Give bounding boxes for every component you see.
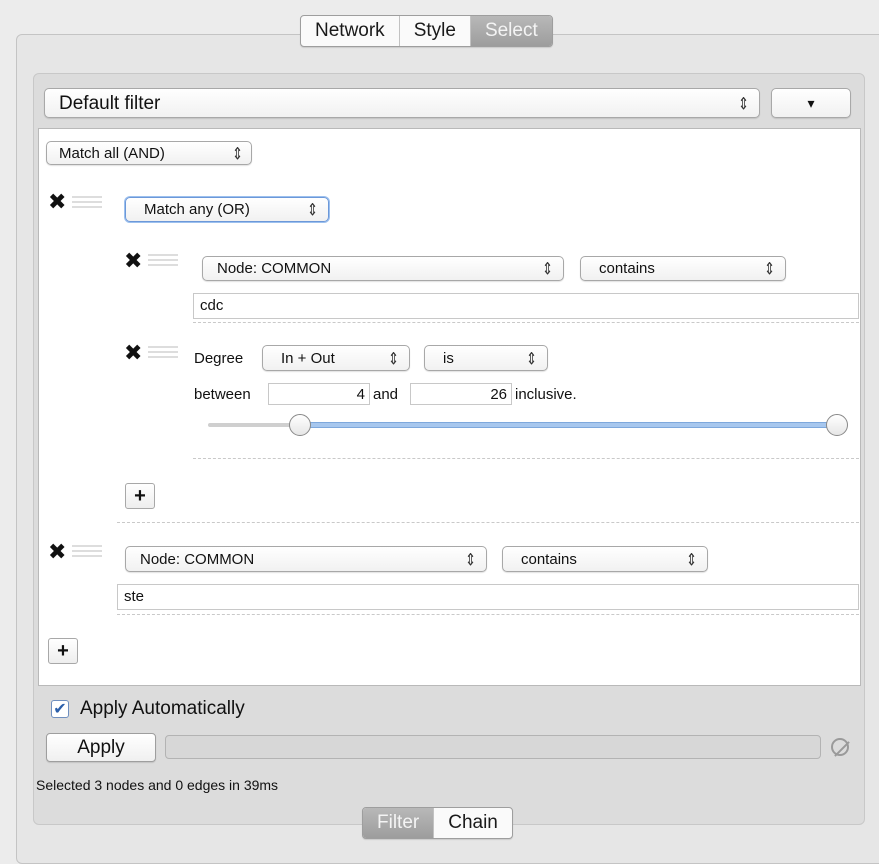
degree-predicate-select[interactable]: is ⇕ xyxy=(424,345,548,371)
column-select-2-value: Node: COMMON xyxy=(140,550,255,568)
column-select-2[interactable]: Node: COMMON ⇕ xyxy=(125,546,487,572)
root-match-value: Match all (AND) xyxy=(59,144,165,162)
drag-handle-icon[interactable] xyxy=(148,254,178,266)
divider xyxy=(193,322,859,323)
remove-filter-icon[interactable]: ✖ xyxy=(124,342,142,364)
root-match-select[interactable]: Match all (AND) ⇕ xyxy=(46,141,252,165)
slider-high-knob[interactable] xyxy=(826,414,848,436)
operator-select-value: contains xyxy=(599,260,655,277)
operator-select-2-value: contains xyxy=(521,550,577,568)
group-match-value: Match any (OR) xyxy=(144,201,250,218)
tab-style[interactable]: Style xyxy=(400,16,471,46)
add-filter-button[interactable]: + xyxy=(48,638,78,664)
inclusive-label: inclusive. xyxy=(515,386,577,403)
drag-handle-icon[interactable] xyxy=(72,545,102,557)
updown-icon: ⇕ xyxy=(307,199,318,220)
degree-predicate-value: is xyxy=(443,349,454,367)
apply-automatically-checkbox[interactable]: ✔ xyxy=(51,700,69,718)
remove-filter-icon[interactable]: ✖ xyxy=(124,250,142,272)
slider-low-knob[interactable] xyxy=(289,414,311,436)
group-match-select[interactable]: Match any (OR) ⇕ xyxy=(125,197,329,222)
updown-icon: ⇕ xyxy=(465,549,476,569)
top-tab-bar: Network Style Select xyxy=(300,15,553,47)
operator-select[interactable]: contains ⇕ xyxy=(580,256,786,281)
updown-icon: ⇕ xyxy=(738,93,749,113)
degree-max-input[interactable]: 26 xyxy=(410,383,512,405)
drag-handle-icon[interactable] xyxy=(148,346,178,358)
and-label: and xyxy=(373,386,399,403)
remove-filter-icon[interactable]: ✖ xyxy=(48,541,66,563)
degree-direction-select[interactable]: In + Out ⇕ xyxy=(262,345,410,371)
apply-automatically-label: Apply Automatically xyxy=(80,698,245,719)
degree-label: Degree xyxy=(194,350,244,367)
degree-min-input[interactable]: 4 xyxy=(268,383,370,405)
filter-select-value: Default filter xyxy=(59,92,161,114)
text-filter-input[interactable]: cdc xyxy=(193,293,859,319)
between-label: between xyxy=(194,386,251,403)
updown-icon: ⇕ xyxy=(388,348,399,368)
filter-menu-button[interactable]: ▾ xyxy=(771,88,851,118)
divider xyxy=(193,458,859,459)
drag-handle-icon[interactable] xyxy=(72,196,102,208)
progress-bar xyxy=(165,735,821,759)
tab-select[interactable]: Select xyxy=(470,16,552,46)
divider xyxy=(117,614,859,615)
tab-chain[interactable]: Chain xyxy=(434,808,512,838)
tab-network[interactable]: Network xyxy=(301,16,400,46)
updown-icon: ⇕ xyxy=(542,258,553,279)
updown-icon: ⇕ xyxy=(764,258,775,279)
slider-track-range xyxy=(300,422,838,428)
bottom-tab-bar: Filter Chain xyxy=(362,807,513,839)
operator-select-2[interactable]: contains ⇕ xyxy=(502,546,708,572)
filter-select[interactable]: Default filter ⇕ xyxy=(44,88,760,118)
divider xyxy=(117,522,859,523)
cancel-icon[interactable] xyxy=(831,738,849,756)
updown-icon: ⇕ xyxy=(232,143,243,163)
degree-direction-value: In + Out xyxy=(281,349,335,367)
remove-group-icon[interactable]: ✖ xyxy=(48,191,66,213)
updown-icon: ⇕ xyxy=(526,348,537,368)
column-select-value: Node: COMMON xyxy=(217,260,332,277)
apply-button[interactable]: Apply xyxy=(46,733,156,762)
chevron-down-icon: ▾ xyxy=(807,95,815,111)
slider-track-left xyxy=(208,423,300,427)
updown-icon: ⇕ xyxy=(686,549,697,569)
text-filter-input-2[interactable]: ste xyxy=(117,584,859,610)
column-select[interactable]: Node: COMMON ⇕ xyxy=(202,256,564,281)
status-text: Selected 3 nodes and 0 edges in 39ms xyxy=(36,777,279,793)
add-group-filter-button[interactable]: + xyxy=(125,483,155,509)
tab-filter[interactable]: Filter xyxy=(363,808,435,838)
